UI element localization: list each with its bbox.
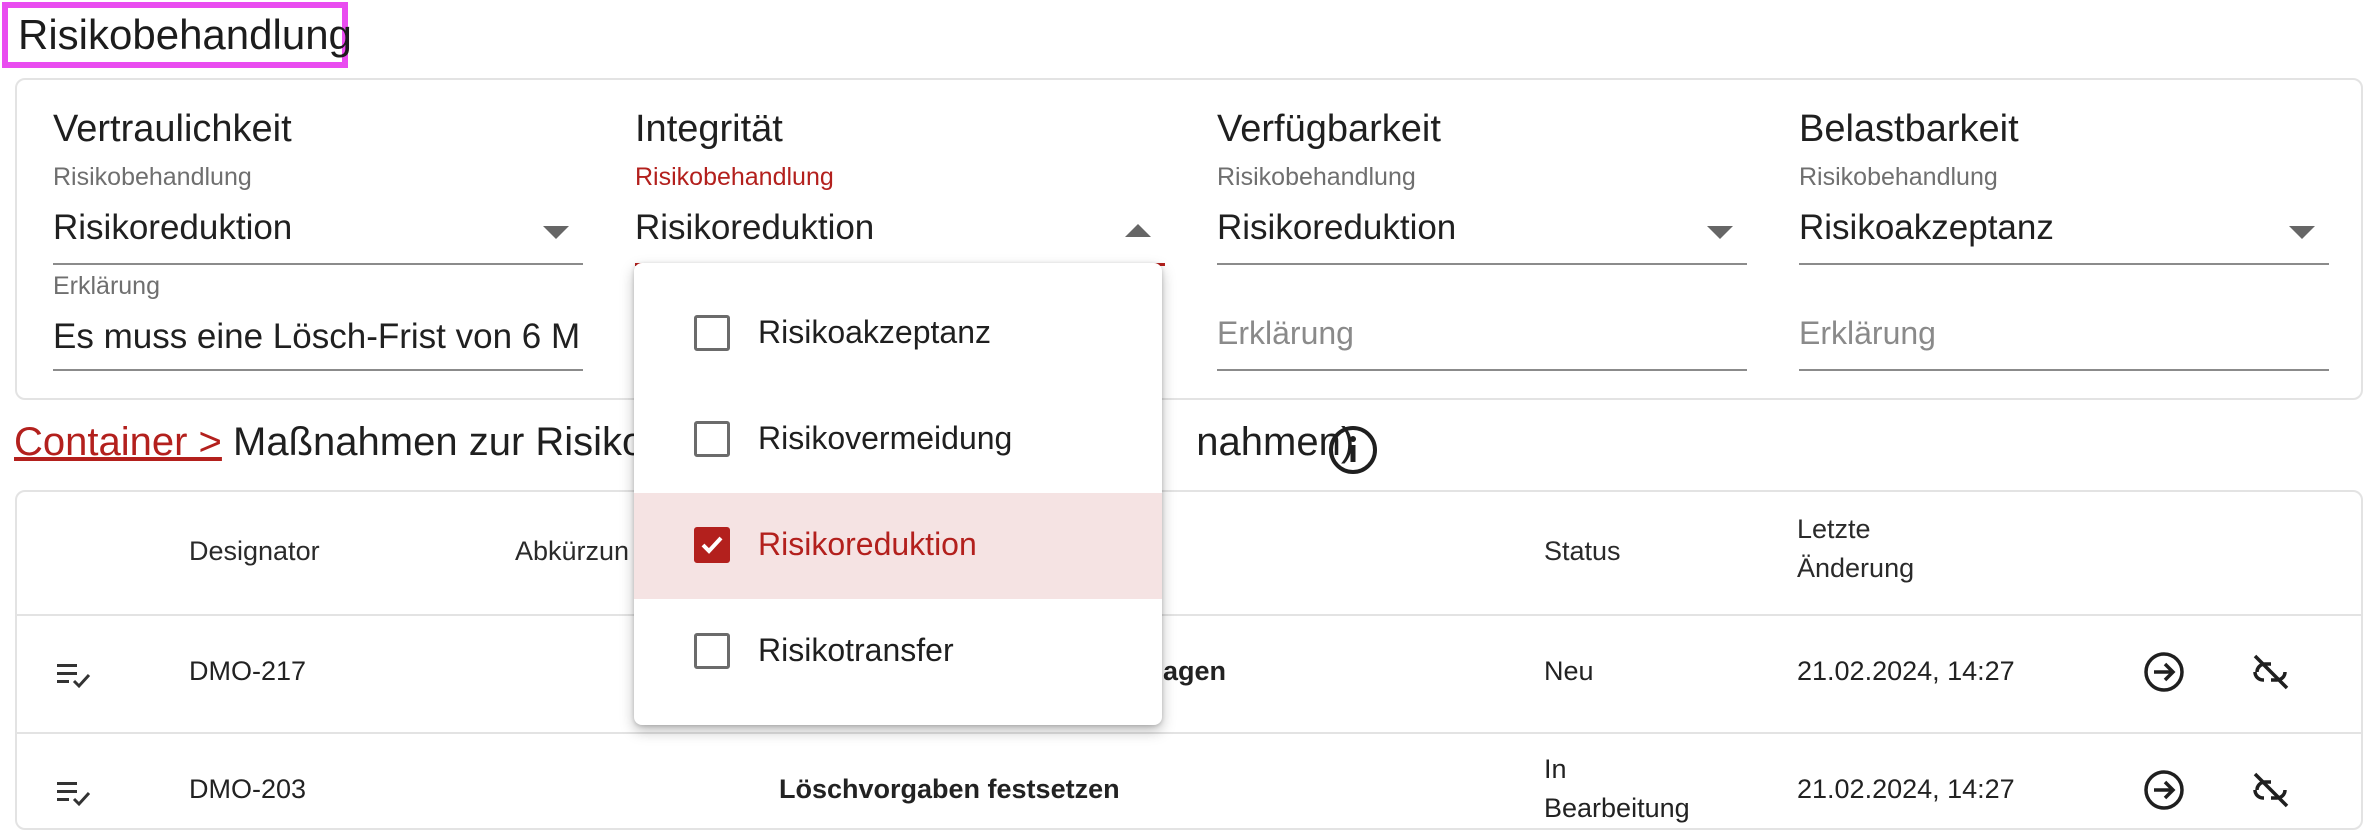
option-label: Risikoakzeptanz	[758, 314, 991, 350]
input-underline	[1217, 369, 1747, 371]
cell-designator: DMO-203	[189, 774, 307, 804]
cell-title: Löschvorgaben festsetzen	[779, 774, 1120, 804]
arrow-right-circle-icon[interactable]	[2142, 768, 2186, 812]
treatment-label: Risikobehandlung	[1217, 163, 1416, 191]
header-last-change-line1: Letzte	[1797, 514, 1871, 544]
option-risikotransfer[interactable]: Risikotransfer	[634, 599, 1162, 705]
link-off-icon[interactable]	[2249, 770, 2293, 810]
column-title: Verfügbarkeit	[1217, 108, 1441, 150]
treatment-dropdown-menu: Risikoakzeptanz Risikovermeidung Risikor…	[634, 263, 1162, 725]
checkbox-unchecked-icon[interactable]	[694, 315, 730, 351]
option-label: Risikovermeidung	[758, 420, 1013, 456]
cell-status: In Bearbeitung	[1544, 754, 1690, 824]
select-underline	[1217, 263, 1747, 265]
checkbox-unchecked-icon[interactable]	[694, 633, 730, 669]
column-confidentiality: Vertraulichkeit Risikobehandlung Risikor…	[53, 80, 583, 398]
select-underline	[53, 263, 583, 265]
cell-designator: DMO-217	[189, 656, 307, 686]
checklist-icon	[57, 664, 91, 689]
dropdown-arrow-up-icon[interactable]	[1125, 224, 1151, 237]
column-title: Integrität	[635, 108, 783, 150]
cell-status-line2: Bearbeitung	[1544, 793, 1690, 823]
column-title: Vertraulichkeit	[53, 108, 292, 150]
select-underline	[1799, 263, 2329, 265]
dropdown-arrow-icon[interactable]	[1707, 226, 1733, 239]
cell-last-change: 21.02.2024, 14:27	[1797, 656, 2015, 686]
explanation-input[interactable]: Erklärung	[1799, 315, 1936, 352]
column-availability: Verfügbarkeit Risikobehandlung Risikored…	[1217, 80, 1747, 398]
treatment-label: Risikobehandlung	[635, 163, 834, 191]
header-last-change[interactable]: Letzte Änderung	[1797, 514, 1914, 584]
checkbox-checked-icon[interactable]	[694, 527, 730, 563]
explanation-label: Erklärung	[53, 272, 160, 300]
option-risikoreduktion[interactable]: Risikoreduktion	[634, 493, 1162, 599]
header-designator[interactable]: Designator	[189, 536, 320, 567]
row-divider	[17, 614, 2361, 616]
header-status[interactable]: Status	[1544, 536, 1621, 567]
option-risikoakzeptanz[interactable]: Risikoakzeptanz	[634, 281, 1162, 387]
measures-title-start: Maßnahmen zur Risiko	[221, 420, 645, 464]
row-divider	[17, 732, 2361, 734]
header-abbreviation[interactable]: Abkürzun	[515, 536, 629, 567]
checkbox-unchecked-icon[interactable]	[694, 421, 730, 457]
dropdown-arrow-icon[interactable]	[2289, 226, 2315, 239]
column-resilience: Belastbarkeit Risikobehandlung Risikoakz…	[1799, 80, 2329, 398]
treatment-select[interactable]: Risikoreduktion	[635, 208, 874, 248]
explanation-input[interactable]: Es muss eine Lösch-Frist von 6 M	[53, 317, 583, 357]
treatment-select[interactable]: Risikoreduktion	[53, 208, 292, 248]
info-circle-icon[interactable]	[1327, 424, 1379, 476]
option-label: Risikotransfer	[758, 632, 954, 668]
measures-table: Designator Abkürzun Status Letzte Änderu…	[15, 490, 2363, 830]
input-underline	[1799, 369, 2329, 371]
cell-last-change: 21.02.2024, 14:27	[1797, 774, 2015, 804]
dropdown-arrow-icon[interactable]	[543, 226, 569, 239]
cell-status-line1: In	[1544, 754, 1567, 784]
checklist-icon	[57, 782, 91, 807]
option-label: Risikoreduktion	[758, 526, 977, 562]
header-last-change-line2: Änderung	[1797, 553, 1915, 583]
cell-status: Neu	[1544, 656, 1594, 686]
explanation-input[interactable]: Erklärung	[1217, 315, 1354, 352]
option-risikovermeidung[interactable]: Risikovermeidung	[634, 387, 1162, 493]
treatment-label: Risikobehandlung	[1799, 163, 1998, 191]
risk-treatment-card: Vertraulichkeit Risikobehandlung Risikor…	[15, 78, 2363, 400]
treatment-label: Risikobehandlung	[53, 163, 252, 191]
column-title: Belastbarkeit	[1799, 108, 2019, 150]
link-off-icon[interactable]	[2249, 652, 2293, 692]
breadcrumb-link-container[interactable]: Container >	[14, 420, 222, 464]
section-title: Risikobehandlung	[2, 2, 352, 68]
treatment-select[interactable]: Risikoreduktion	[1217, 208, 1456, 248]
arrow-right-circle-icon[interactable]	[2142, 650, 2186, 694]
treatment-select[interactable]: Risikoakzeptanz	[1799, 208, 2054, 248]
input-underline	[53, 369, 583, 371]
